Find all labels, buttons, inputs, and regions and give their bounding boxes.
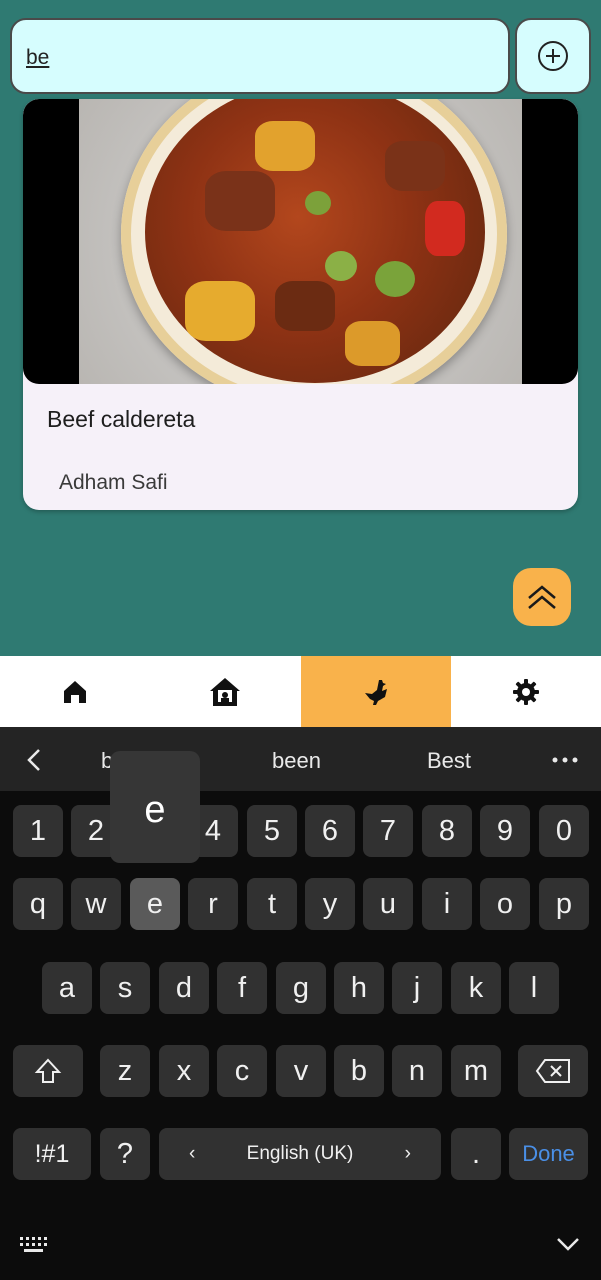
plus-circle-icon [538,41,568,71]
suggestion-3[interactable]: Best [427,748,471,774]
question-key[interactable]: ? [100,1128,150,1180]
nav-house[interactable] [150,656,300,727]
search-input-text: be [26,46,50,69]
key-j[interactable]: j [392,962,442,1014]
key-i[interactable]: i [422,878,472,930]
key-u[interactable]: u [363,878,413,930]
key-e[interactable]: e [130,878,180,930]
key-f[interactable]: f [217,962,267,1014]
space-key[interactable]: ‹ English (UK) › [159,1128,441,1180]
bottom-nav [0,656,601,727]
key-8[interactable]: 8 [422,805,472,857]
period-key[interactable]: . [451,1128,501,1180]
key-x[interactable]: x [159,1045,209,1097]
home-icon [64,680,87,703]
keyboard-switch-icon[interactable] [18,1234,48,1259]
key-d[interactable]: d [159,962,209,1014]
key-g[interactable]: g [276,962,326,1014]
nav-chicken[interactable] [300,656,451,727]
key-y[interactable]: y [305,878,355,930]
nav-home[interactable] [0,656,150,727]
recipe-image [23,99,578,384]
language-label: English (UK) [246,1143,354,1164]
key-m[interactable]: m [451,1045,501,1097]
recipe-title: Beef caldereta [47,406,196,432]
recipe-card[interactable]: Beef caldereta Adham Safi [23,99,578,510]
backspace-icon [535,1059,570,1083]
shift-key[interactable] [13,1045,83,1097]
key-b[interactable]: b [334,1045,384,1097]
back-chevron-icon[interactable] [24,747,44,773]
key-n[interactable]: n [392,1045,442,1097]
key-preview-popup: e [110,751,200,863]
nav-settings[interactable] [451,656,601,727]
key-p[interactable]: p [539,878,589,930]
key-a[interactable]: a [42,962,92,1014]
gear-icon [512,678,539,705]
search-input[interactable]: be [10,18,510,94]
suggestion-2[interactable]: been [272,748,321,774]
key-k[interactable]: k [451,962,501,1014]
hide-keyboard-icon[interactable] [555,1235,581,1258]
backspace-key[interactable] [518,1045,588,1097]
chicken-icon [364,679,387,705]
key-w[interactable]: w [71,878,121,930]
lang-next-icon: › [404,1143,411,1164]
suggestion-bar: b been Best [0,727,601,791]
house-icon [210,677,241,706]
shift-icon [34,1058,62,1083]
key-6[interactable]: 6 [305,805,355,857]
key-z[interactable]: z [100,1045,150,1097]
key-7[interactable]: 7 [363,805,413,857]
key-t[interactable]: t [247,878,297,930]
key-h[interactable]: h [334,962,384,1014]
key-c[interactable]: c [217,1045,267,1097]
lang-prev-icon: ‹ [189,1143,196,1164]
recipe-author: Adham Safi [59,471,168,494]
key-1[interactable]: 1 [13,805,63,857]
key-s[interactable]: s [100,962,150,1014]
more-icon[interactable] [552,757,578,763]
key-q[interactable]: q [13,878,63,930]
add-button[interactable] [515,18,591,94]
key-r[interactable]: r [188,878,238,930]
key-5[interactable]: 5 [247,805,297,857]
scroll-top-button[interactable] [513,568,571,626]
key-l[interactable]: l [509,962,559,1014]
done-key[interactable]: Done [509,1128,588,1180]
key-0[interactable]: 0 [539,805,589,857]
key-o[interactable]: o [480,878,530,930]
symbols-key[interactable]: !#1 [13,1128,91,1180]
key-9[interactable]: 9 [480,805,530,857]
key-v[interactable]: v [276,1045,326,1097]
double-chevron-up-icon [528,585,556,609]
